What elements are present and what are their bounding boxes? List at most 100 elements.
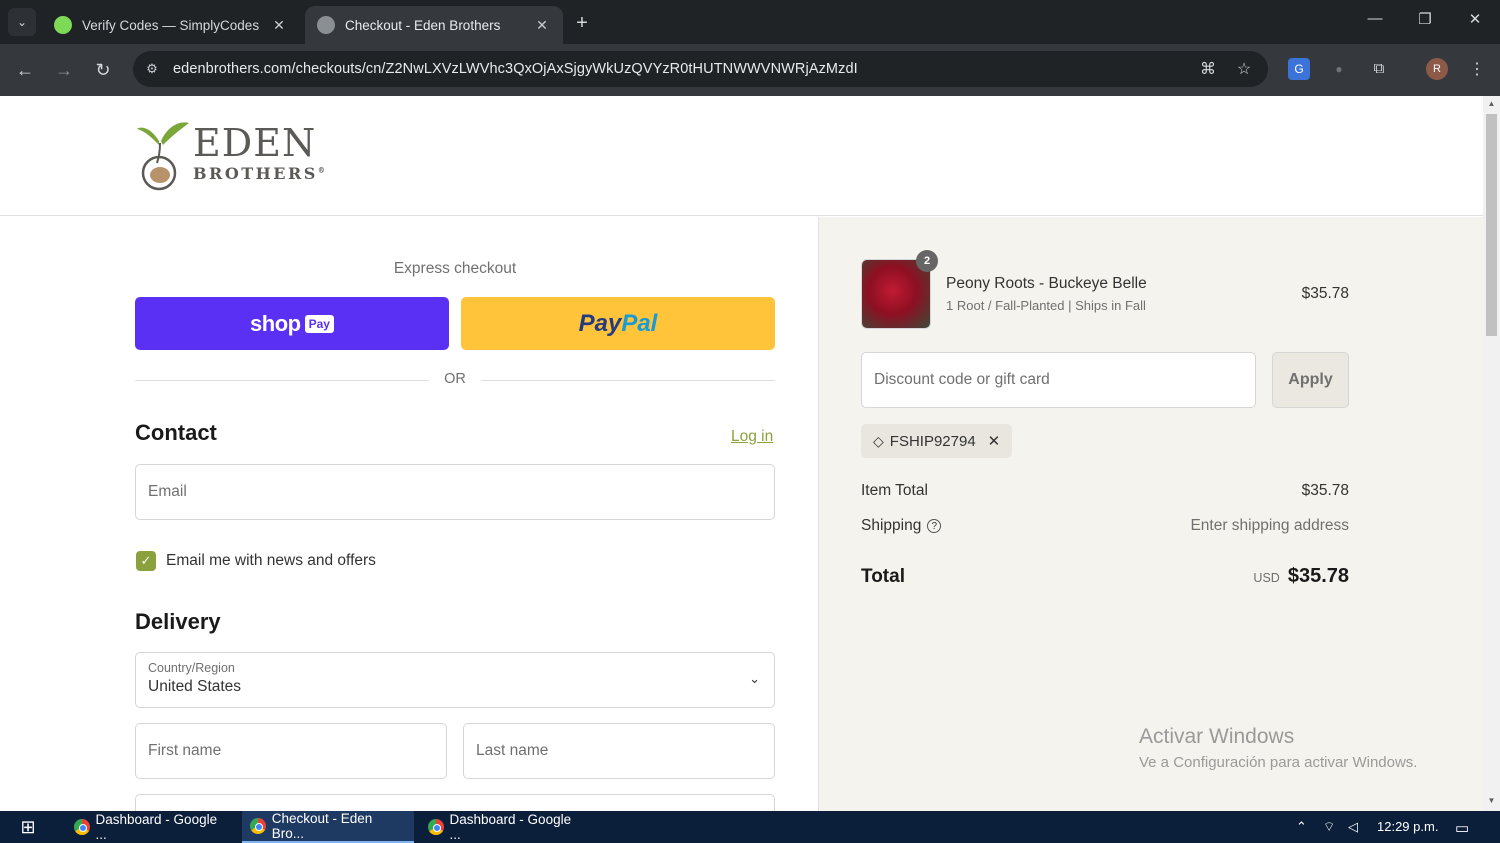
logo-wordmark: EDEN xyxy=(193,121,317,165)
minimize-icon[interactable]: — xyxy=(1360,10,1390,27)
address-bar[interactable]: ⚙ edenbrothers.com/checkouts/cn/Z2NwLXVz… xyxy=(133,51,1268,87)
bookmark-star-icon[interactable]: ☆ xyxy=(1233,59,1255,81)
new-tab-icon[interactable]: + xyxy=(572,12,592,35)
taskbar-item-checkout[interactable]: Checkout - Eden Bro... xyxy=(242,811,414,843)
reload-icon[interactable]: ↻ xyxy=(91,58,115,82)
help-icon[interactable]: ? xyxy=(927,518,942,533)
chrome-icon xyxy=(74,819,90,835)
browser-tab-bar: ⌄ Verify Codes — SimplyCodes ✕ Checkout … xyxy=(0,0,1500,44)
checkout-page: EDEN BROTHERS® Express checkout shop Pay… xyxy=(0,96,1483,811)
or-label: OR xyxy=(444,371,466,387)
shipping-label: Shipping xyxy=(861,517,922,534)
email-field[interactable]: Email xyxy=(135,464,775,520)
taskbar-item-dashboard-1[interactable]: Dashboard - Google ... xyxy=(66,811,236,843)
country-select[interactable]: Country/Region United States ⌄ xyxy=(135,652,775,708)
paypal-wordmark-pal: Pal xyxy=(621,309,658,337)
shipping-row: Shipping? Enter shipping address xyxy=(861,517,1349,535)
applied-discount-chip: ◇ FSHIP92794 ✕ xyxy=(861,424,1013,458)
tab-close-icon[interactable]: ✕ xyxy=(533,17,551,34)
store-header: EDEN BROTHERS® xyxy=(0,96,1483,216)
site-info-icon[interactable]: ⚙ xyxy=(141,58,163,80)
express-checkout-label: Express checkout xyxy=(393,260,517,277)
volume-muted-icon[interactable]: ◁ xyxy=(1348,819,1358,835)
tab-search-button[interactable]: ⌄ xyxy=(8,8,36,36)
last-name-field[interactable]: Last name xyxy=(463,723,775,779)
scrollbar-thumb[interactable] xyxy=(1486,114,1497,336)
tab-close-icon[interactable]: ✕ xyxy=(270,17,288,34)
login-link[interactable]: Log in xyxy=(731,428,773,446)
taskbar-item-label: Dashboard - Google ... xyxy=(95,812,218,842)
apply-discount-button[interactable]: Apply xyxy=(1272,352,1349,408)
shop-pay-wordmark: shop xyxy=(250,310,301,336)
newsletter-checkbox-row[interactable]: ✓ Email me with news and offers xyxy=(136,551,376,571)
chevron-down-icon: ⌄ xyxy=(749,671,760,686)
taskbar-item-dashboard-2[interactable]: Dashboard - Google ... xyxy=(420,811,590,843)
url-text: edenbrothers.com/checkouts/cn/Z2NwLXVzLW… xyxy=(173,61,858,77)
paypal-button[interactable]: Pay Pal xyxy=(461,297,775,350)
network-icon[interactable]: ⌔ xyxy=(1323,819,1335,835)
scroll-up-icon[interactable]: ▲ xyxy=(1483,99,1500,108)
back-icon[interactable]: ← xyxy=(13,58,37,82)
google-translate-extension-icon[interactable]: G xyxy=(1288,58,1310,80)
profile-avatar[interactable]: R xyxy=(1426,58,1448,80)
restore-icon[interactable]: ❐ xyxy=(1410,10,1440,28)
item-total-row: Item Total $35.78 xyxy=(861,482,1349,500)
product-price: $35.78 xyxy=(1301,285,1349,302)
item-total-value: $35.78 xyxy=(1301,482,1349,499)
shipping-value: Enter shipping address xyxy=(1190,517,1349,534)
total-label: Total xyxy=(861,566,905,587)
shop-pay-badge: Pay xyxy=(304,314,334,333)
contact-heading: Contact xyxy=(135,420,217,445)
scroll-down-icon[interactable]: ▼ xyxy=(1483,796,1500,805)
product-variant: 1 Root / Fall-Planted | Ships in Fall xyxy=(946,298,1146,313)
window-close-icon[interactable]: ✕ xyxy=(1460,10,1490,28)
taskbar-item-label: Checkout - Eden Bro... xyxy=(271,811,373,841)
extension-icon[interactable]: ● xyxy=(1328,58,1350,80)
eden-brothers-logo[interactable]: EDEN BROTHERS® xyxy=(135,119,325,191)
task-view-icon[interactable]: ⊞ xyxy=(16,816,40,838)
country-label: Country/Region xyxy=(148,661,235,675)
chrome-icon xyxy=(250,818,266,834)
extensions-puzzle-icon[interactable]: ⧉ xyxy=(1368,58,1390,80)
discount-code-input[interactable]: Discount code or gift card xyxy=(861,352,1256,408)
sprout-logo-icon xyxy=(137,122,189,191)
total-amount: $35.78 xyxy=(1287,565,1349,587)
or-divider: OR xyxy=(135,371,775,391)
paypal-wordmark-pay: Pay xyxy=(578,309,622,337)
divider-line xyxy=(481,380,775,381)
tab-label: Verify Codes — SimplyCodes xyxy=(82,17,260,33)
newsletter-checkbox[interactable]: ✓ xyxy=(136,551,156,571)
logo-subtitle: BROTHERS® xyxy=(193,164,328,183)
product-name: Peony Roots - Buckeye Belle xyxy=(946,275,1147,292)
page-scrollbar[interactable]: ▲ ▼ xyxy=(1483,96,1500,811)
windows-activation-title: Activar Windows xyxy=(1139,725,1295,748)
notifications-icon[interactable]: ▭ xyxy=(1455,819,1469,837)
delivery-heading: Delivery xyxy=(135,609,221,634)
chrome-icon xyxy=(428,819,444,835)
simplycodes-favicon-icon xyxy=(54,16,72,34)
tag-icon: ◇ xyxy=(873,432,884,449)
order-summary-column: 2 Peony Roots - Buckeye Belle 1 Root / F… xyxy=(818,217,1483,811)
shop-pay-button[interactable]: shop Pay xyxy=(135,297,449,350)
remove-discount-icon[interactable]: ✕ xyxy=(988,432,1001,450)
first-name-field[interactable]: First name xyxy=(135,723,447,779)
globe-favicon-icon xyxy=(317,16,335,34)
checkout-form-column: Express checkout shop Pay Pay Pal OR Cont… xyxy=(0,217,818,811)
clock[interactable]: 12:29 p.m. xyxy=(1377,819,1438,834)
discount-code-label: FSHIP92794 xyxy=(889,432,976,450)
tray-chevron-up-icon[interactable]: ⌃ xyxy=(1296,819,1307,835)
total-row: Total USD $35.78 xyxy=(861,565,1349,588)
browser-menu-icon[interactable]: ⋮ xyxy=(1466,59,1488,81)
total-currency: USD xyxy=(1253,571,1280,585)
tab-simplycodes[interactable]: Verify Codes — SimplyCodes ✕ xyxy=(42,6,300,44)
product-thumbnail: 2 xyxy=(861,250,938,329)
taskbar-item-label: Dashboard - Google ... xyxy=(449,812,572,842)
windows-taskbar: ⊞ Dashboard - Google ... Checkout - Eden… xyxy=(0,811,1500,843)
country-value: United States xyxy=(148,678,242,695)
forward-icon[interactable]: → xyxy=(52,58,76,82)
item-total-label: Item Total xyxy=(861,482,928,499)
quantity-badge: 2 xyxy=(916,250,938,272)
company-field[interactable] xyxy=(135,794,775,811)
tab-eden-checkout[interactable]: Checkout - Eden Brothers ✕ xyxy=(305,6,563,44)
translate-icon[interactable]: ⌘ xyxy=(1197,59,1219,81)
